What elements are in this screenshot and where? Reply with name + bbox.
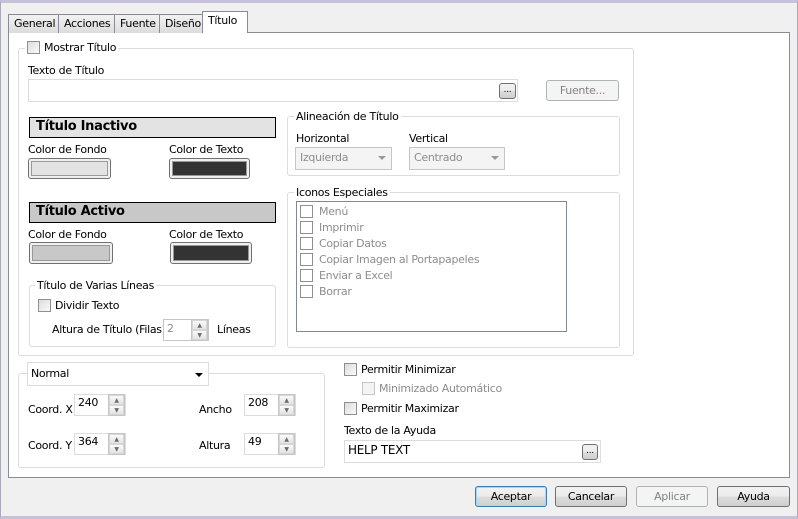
coord-x-label: Coord. X: [28, 403, 73, 416]
icono-item-enviar-excel[interactable]: Enviar a Excel: [300, 267, 393, 283]
texto-ayuda-input[interactable]: HELP TEXT: [344, 440, 601, 463]
chevron-down-icon: [378, 156, 386, 160]
chevron-down-icon: [195, 373, 203, 377]
dividir-texto-label: Dividir Texto: [55, 299, 120, 312]
texto-titulo-ellipsis-button[interactable]: ...: [499, 83, 516, 99]
texto-ayuda-ellipsis-button[interactable]: ...: [582, 444, 598, 460]
checkbox-icon: [27, 41, 40, 54]
ancho-label: Ancho: [199, 403, 232, 416]
altura-spinner[interactable]: ▲ ▼: [278, 433, 295, 455]
dividir-texto-checkbox[interactable]: Dividir Texto: [38, 299, 120, 312]
activo-fondo-color-button[interactable]: [29, 242, 113, 264]
altura-titulo-spinner[interactable]: ▲ ▼: [191, 319, 208, 341]
permitir-maximizar-label: Permitir Maximizar: [361, 402, 459, 415]
chevron-down-icon: [491, 156, 499, 160]
icono-item-borrar[interactable]: Borrar: [300, 283, 352, 299]
texto-titulo-label: Texto de Título: [28, 64, 105, 77]
minimizado-automatico-checkbox[interactable]: Minimizado Automático: [362, 382, 502, 395]
activo-texto-label: Color de Texto: [169, 228, 244, 241]
icono-label: Imprimir: [319, 220, 364, 234]
aceptar-button[interactable]: Aceptar: [475, 486, 547, 507]
icono-label: Copiar Datos: [319, 236, 387, 250]
position-mode-value: Normal: [31, 367, 69, 380]
checkbox-icon: [300, 220, 313, 234]
permitir-maximizar-checkbox[interactable]: Permitir Maximizar: [344, 402, 459, 415]
tab-titulo[interactable]: Título: [202, 11, 248, 33]
icono-item-copiar-datos[interactable]: Copiar Datos: [300, 235, 387, 251]
checkbox-icon: [300, 204, 313, 218]
coord-y-label: Coord. Y: [28, 439, 72, 452]
coord-x-spinner[interactable]: ▲ ▼: [108, 394, 125, 416]
horizontal-value: Izquierda: [300, 151, 349, 164]
varias-lineas-group: [29, 285, 276, 347]
checkbox-icon: [300, 252, 313, 266]
checkbox-icon: [300, 284, 313, 298]
vertical-select[interactable]: Centrado: [409, 147, 505, 170]
checkbox-icon: [300, 236, 313, 250]
permitir-minimizar-checkbox[interactable]: Permitir Minimizar: [344, 363, 456, 376]
icono-item-copiar-imagen[interactable]: Copiar Imagen al Portapapeles: [300, 251, 480, 267]
lineas-label: Líneas: [217, 323, 251, 336]
cancelar-button[interactable]: Cancelar: [555, 486, 627, 507]
texto-titulo-input[interactable]: [28, 79, 518, 102]
icono-label: Borrar: [319, 284, 352, 298]
alineacion-legend: Alineación de Título: [294, 110, 401, 123]
icono-label: Copiar Imagen al Portapapeles: [319, 252, 480, 266]
inactivo-texto-color-button[interactable]: [169, 158, 250, 179]
activo-texto-color-button[interactable]: [170, 242, 252, 264]
checkbox-icon: [344, 363, 357, 376]
texto-ayuda-label: Texto de la Ayuda: [344, 424, 436, 437]
fuente-button[interactable]: Fuente...: [546, 80, 619, 101]
inactivo-fondo-color-button[interactable]: [28, 158, 111, 179]
position-mode-select[interactable]: Normal: [27, 362, 209, 386]
tab-acciones[interactable]: Acciones: [58, 14, 117, 33]
ayuda-button[interactable]: Ayuda: [717, 486, 790, 507]
aplicar-button[interactable]: Aplicar: [636, 486, 708, 507]
checkbox-icon: [344, 402, 357, 415]
icono-label: Menú: [319, 204, 349, 218]
vertical-value: Centrado: [414, 151, 463, 164]
varias-lineas-legend: Título de Varias Líneas: [35, 279, 157, 292]
tab-fuente[interactable]: Fuente: [114, 14, 162, 33]
checkbox-icon: [300, 268, 313, 282]
altura-label: Altura: [199, 439, 231, 452]
mostrar-titulo-checkbox[interactable]: Mostrar Título: [25, 41, 119, 54]
mostrar-titulo-label: Mostrar Título: [44, 41, 117, 54]
horizontal-select[interactable]: Izquierda: [295, 147, 392, 170]
permitir-minimizar-label: Permitir Minimizar: [361, 363, 456, 376]
altura-titulo-label: Altura de Título (Filas): [52, 323, 166, 336]
icono-label: Enviar a Excel: [319, 268, 393, 282]
tab-diseno[interactable]: Diseño: [159, 14, 207, 33]
tab-general[interactable]: General: [8, 14, 62, 33]
checkbox-icon: [38, 299, 51, 312]
titulo-activo-preview: Título Activo: [29, 202, 276, 223]
ancho-spinner[interactable]: ▲ ▼: [278, 394, 295, 416]
horizontal-label: Horizontal: [296, 132, 350, 145]
minimizado-automatico-label: Minimizado Automático: [379, 382, 502, 395]
icono-item-menu[interactable]: Menú: [300, 203, 348, 219]
checkbox-icon: [362, 382, 375, 395]
iconos-list[interactable]: Menú Imprimir Copiar Datos Copiar Imagen…: [296, 201, 567, 332]
inactivo-fondo-label: Color de Fondo: [28, 143, 107, 156]
vertical-label: Vertical: [409, 132, 448, 145]
titulo-inactivo-preview: Título Inactivo: [29, 117, 276, 138]
inactivo-texto-label: Color de Texto: [169, 143, 244, 156]
coord-y-spinner[interactable]: ▲ ▼: [108, 433, 125, 455]
iconos-legend: Iconos Especiales: [294, 186, 390, 199]
activo-fondo-label: Color de Fondo: [28, 228, 107, 241]
icono-item-imprimir[interactable]: Imprimir: [300, 219, 364, 235]
